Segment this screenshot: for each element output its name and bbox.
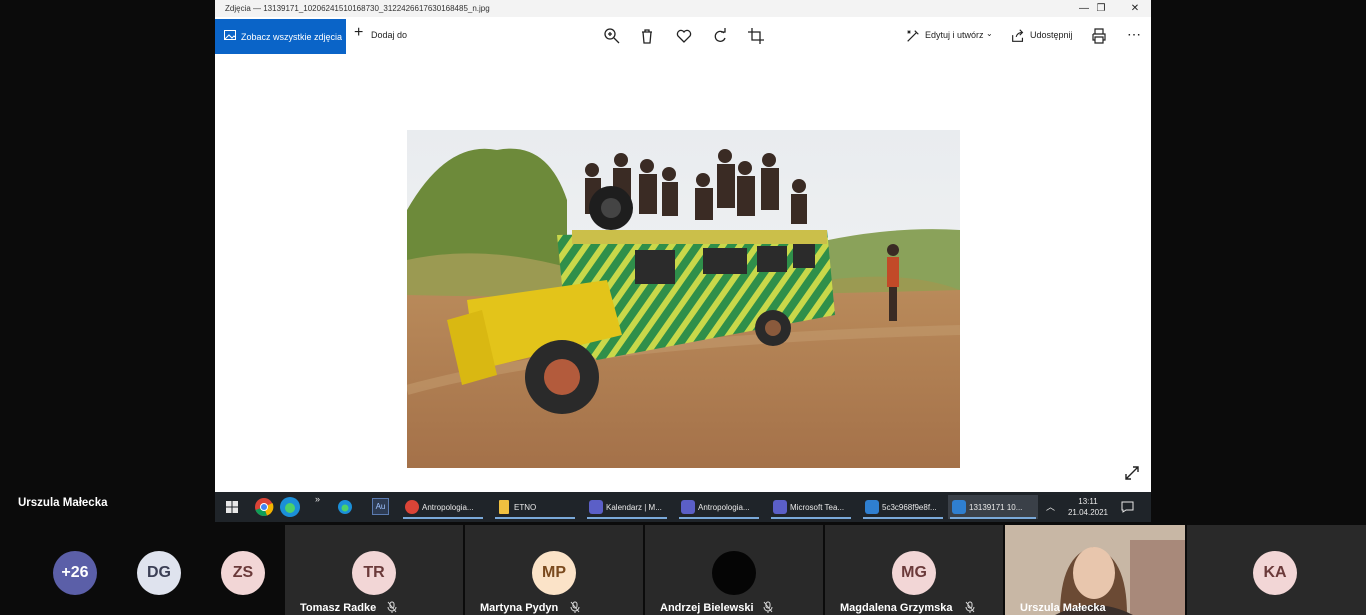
photo-canvas bbox=[215, 54, 1151, 492]
view-all-photos-button[interactable]: Zobacz wszystkie zdjęcia bbox=[215, 19, 346, 54]
taskbar-item-label: 13139171 10... bbox=[969, 503, 1023, 512]
active-indicator bbox=[495, 517, 575, 519]
participant-tile[interactable]: TR Tomasz Radke bbox=[285, 525, 463, 615]
rotate-icon[interactable] bbox=[711, 27, 729, 45]
notifications-icon[interactable] bbox=[1121, 501, 1134, 513]
audition-icon[interactable]: Au bbox=[372, 498, 389, 515]
participant-strip: +26 DG ZS TR Tomasz Radke MP Martyna Pyd… bbox=[0, 525, 1366, 615]
taskbar-item-microsoft-teams[interactable]: Microsoft Tea... bbox=[769, 495, 853, 519]
participant-name: Urszula Małecka bbox=[1020, 602, 1106, 614]
windows-start-icon[interactable] bbox=[226, 501, 238, 513]
chrome-icon bbox=[405, 500, 419, 514]
folder-icon bbox=[499, 500, 509, 514]
photos-titlebar: Zdjęcia — 13139171_10206241510168730_312… bbox=[215, 0, 1151, 17]
presenter-name: Urszula Małecka bbox=[18, 497, 108, 509]
taskbar-item-teams-antropologia[interactable]: Antropologia... bbox=[677, 495, 761, 519]
taskbar-item-label: Antropologia... bbox=[422, 503, 474, 512]
edit-create-icon[interactable] bbox=[905, 27, 921, 45]
taskbar-clock[interactable]: 13:11 21.04.2021 bbox=[1065, 496, 1111, 518]
inner-taskbar: » Au Antropologia... ETNO Kalendarz | M.… bbox=[215, 492, 1151, 522]
participant-photo-avatar bbox=[712, 551, 756, 595]
taskbar-item-label: 5c3c968f9e8f... bbox=[882, 503, 937, 512]
teams-icon bbox=[589, 500, 603, 514]
zoom-icon[interactable] bbox=[603, 27, 621, 45]
participant-video-tile[interactable]: Urszula Małecka bbox=[1005, 525, 1185, 615]
active-indicator bbox=[863, 517, 943, 519]
maximize-button[interactable]: ❐ bbox=[1090, 1, 1112, 16]
participant-tile[interactable]: MP Martyna Pydyn bbox=[465, 525, 643, 615]
image-icon bbox=[224, 30, 236, 40]
participant-avatar-dg[interactable]: DG bbox=[137, 551, 181, 595]
participant-avatar: KA bbox=[1253, 551, 1297, 595]
participant-name: Tomasz Radke bbox=[300, 602, 377, 614]
view-all-label: Zobacz wszystkie zdjęcia bbox=[241, 32, 343, 42]
taskbar-item-photos[interactable]: 13139171 10... bbox=[948, 495, 1038, 519]
active-indicator bbox=[587, 517, 667, 519]
participant-name: Magdalena Grzymska bbox=[840, 602, 953, 614]
plus-icon: + bbox=[354, 24, 364, 41]
active-indicator bbox=[771, 517, 851, 519]
chevron-right-icon[interactable]: » bbox=[315, 494, 320, 504]
taskbar-item-label: Kalendarz | M... bbox=[606, 503, 662, 512]
taskbar-item-teams-kalendarz[interactable]: Kalendarz | M... bbox=[585, 495, 669, 519]
mic-muted-icon bbox=[763, 601, 773, 613]
clock-date: 21.04.2021 bbox=[1067, 508, 1109, 517]
window-title: Zdjęcia — 13139171_10206241510168730_312… bbox=[225, 4, 490, 13]
clock-time: 13:11 bbox=[1078, 497, 1098, 506]
taskbar-item-label: Antropologia... bbox=[698, 503, 750, 512]
teams-icon bbox=[681, 500, 695, 514]
active-indicator bbox=[679, 517, 759, 519]
jeepney-photo bbox=[407, 130, 960, 468]
tray-chevron-up-icon[interactable]: ︿ bbox=[1046, 500, 1055, 513]
favorite-icon[interactable] bbox=[675, 27, 693, 45]
chevron-down-icon[interactable]: ⌄ bbox=[986, 29, 993, 38]
photos-icon bbox=[952, 500, 966, 514]
taskbar-item-etno[interactable]: ETNO bbox=[493, 495, 577, 519]
taskbar-item-label: ETNO bbox=[514, 503, 537, 512]
active-indicator bbox=[403, 517, 483, 519]
more-participants-badge[interactable]: +26 bbox=[53, 551, 97, 595]
crop-icon[interactable] bbox=[747, 27, 765, 45]
edit-create-label[interactable]: Edytuj i utwórz bbox=[925, 30, 984, 40]
active-indicator bbox=[950, 517, 1036, 519]
taskbar-item-image-viewer[interactable]: 5c3c968f9e8f... bbox=[861, 495, 945, 519]
mic-muted-icon bbox=[570, 601, 580, 613]
print-icon[interactable] bbox=[1090, 27, 1108, 45]
participant-avatar: MG bbox=[892, 551, 936, 595]
share-label[interactable]: Udostępnij bbox=[1030, 30, 1073, 40]
participant-avatar: TR bbox=[352, 551, 396, 595]
taskbar-item-label: Microsoft Tea... bbox=[790, 503, 845, 512]
edge-icon[interactable] bbox=[279, 496, 301, 518]
shared-screen: Zdjęcia — 13139171_10206241510168730_312… bbox=[215, 0, 1151, 522]
taskbar-item-chrome-antropologia[interactable]: Antropologia... bbox=[401, 495, 485, 519]
participant-avatar-zs[interactable]: ZS bbox=[221, 551, 265, 595]
participant-tile[interactable]: KA bbox=[1187, 525, 1366, 615]
more-options-icon[interactable]: ⋯ bbox=[1127, 26, 1141, 43]
fullscreen-icon[interactable] bbox=[1124, 465, 1140, 481]
chrome-icon[interactable] bbox=[254, 497, 274, 517]
participant-name: Martyna Pydyn bbox=[480, 602, 559, 614]
participant-tile[interactable]: Andrzej Bielewski bbox=[645, 525, 823, 615]
delete-icon[interactable] bbox=[638, 27, 656, 45]
mic-muted-icon bbox=[387, 601, 397, 613]
teams-icon bbox=[773, 500, 787, 514]
close-button[interactable]: ✕ bbox=[1124, 1, 1146, 16]
edge-small-icon[interactable] bbox=[337, 499, 353, 515]
add-to-label: Dodaj do bbox=[371, 30, 408, 40]
mic-muted-icon bbox=[965, 601, 975, 613]
share-icon[interactable] bbox=[1010, 27, 1026, 45]
participant-avatar: MP bbox=[532, 551, 576, 595]
photos-toolbar: Zobacz wszystkie zdjęcia + Dodaj do Edyt… bbox=[215, 17, 1151, 54]
image-icon bbox=[865, 500, 879, 514]
participant-name: Andrzej Bielewski bbox=[660, 602, 754, 614]
participant-tile[interactable]: MG Magdalena Grzymska bbox=[825, 525, 1003, 615]
